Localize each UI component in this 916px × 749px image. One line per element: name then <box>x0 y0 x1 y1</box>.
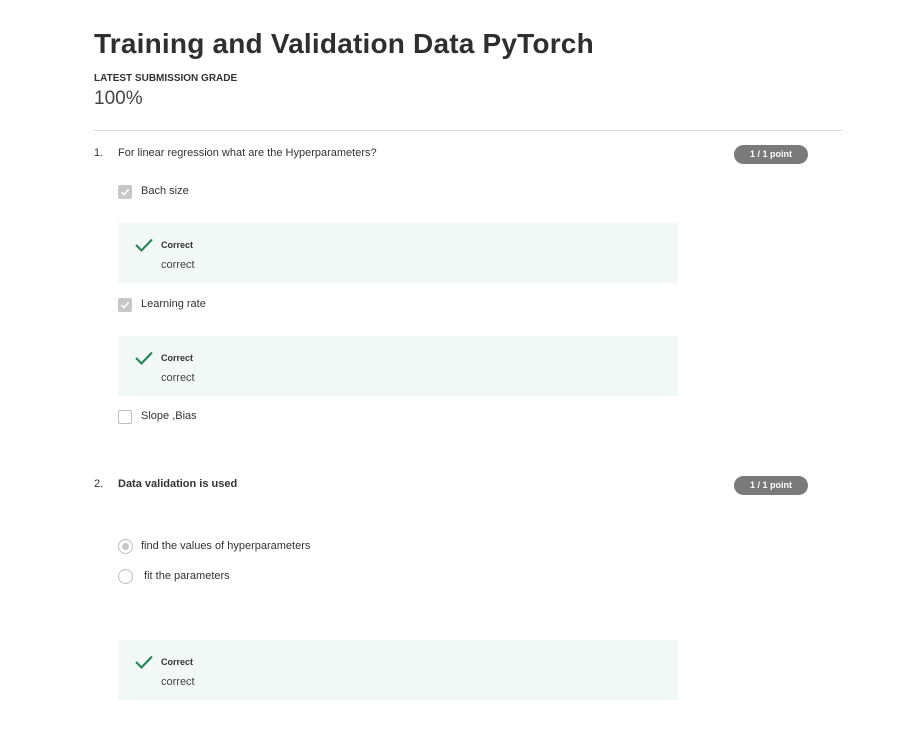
q1-option-2-feedback: Correct correct <box>118 336 678 396</box>
q2-option-2-label[interactable]: fit the parameters <box>141 570 230 582</box>
feedback-text: correct <box>161 676 195 688</box>
q2-option-1-radio[interactable] <box>118 539 133 554</box>
q1-option-1-feedback: Correct correct <box>118 223 678 283</box>
q1-option-1-label[interactable]: Bach size <box>141 185 189 197</box>
quiz-title: Training and Validation Data PyTorch <box>94 28 594 59</box>
checkmark-icon <box>120 188 130 196</box>
q2-option-1-label[interactable]: find the values of hyperparameters <box>141 540 310 552</box>
divider <box>94 130 842 131</box>
correct-check-icon <box>135 655 153 669</box>
feedback-text: correct <box>161 259 195 271</box>
question-1-points-badge: 1 / 1 point <box>734 145 808 164</box>
q1-option-1-checkbox[interactable] <box>118 185 132 199</box>
question-2-text: Data validation is used <box>118 478 238 490</box>
q1-option-3-checkbox[interactable] <box>118 410 132 424</box>
grade-label: LATEST SUBMISSION GRADE <box>94 73 238 84</box>
grade-value: 100% <box>94 88 143 109</box>
correct-check-icon <box>135 351 153 365</box>
question-2-number: 2. <box>94 478 104 490</box>
question-1-text: For linear regression what are the Hyper… <box>118 147 377 159</box>
q1-option-2-label[interactable]: Learning rate <box>141 298 206 310</box>
correct-check-icon <box>135 238 153 252</box>
feedback-title: Correct <box>161 657 194 667</box>
q1-option-2-checkbox[interactable] <box>118 298 132 312</box>
q2-feedback: Correct correct <box>118 640 678 700</box>
feedback-text: correct <box>161 372 195 384</box>
q2-option-2-radio[interactable] <box>118 569 133 584</box>
feedback-title: Correct <box>161 353 194 363</box>
q1-option-3-label[interactable]: Slope ,Bias <box>141 410 197 422</box>
feedback-title: Correct <box>161 240 194 250</box>
question-1-number: 1. <box>94 147 104 159</box>
checkmark-icon <box>120 301 130 309</box>
question-2-points-badge: 1 / 1 point <box>734 476 808 495</box>
